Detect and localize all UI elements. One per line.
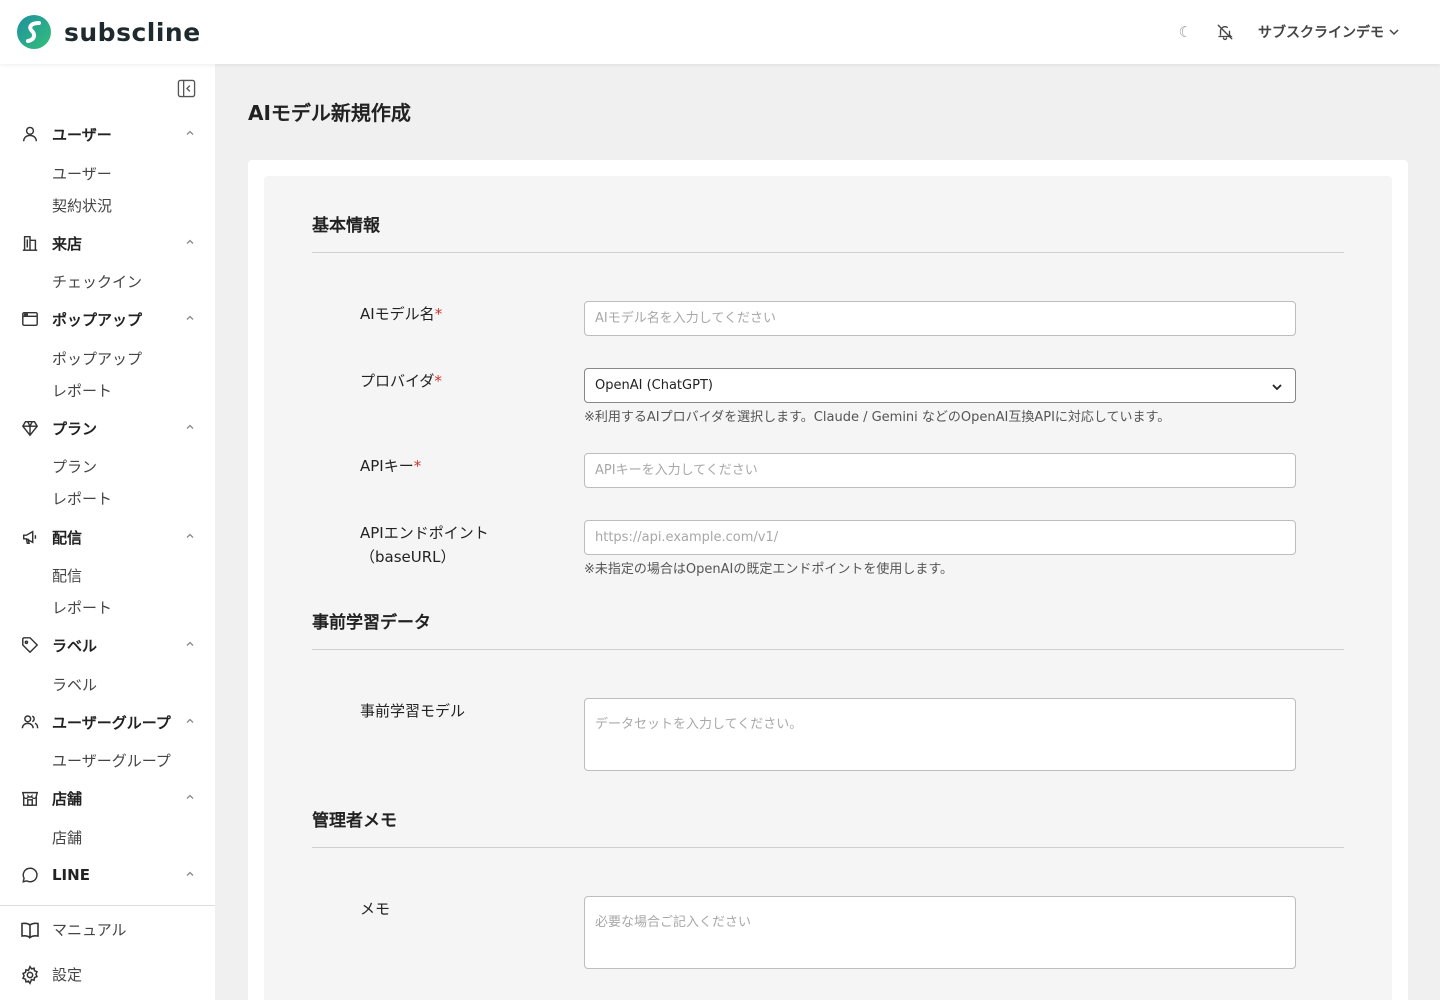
section-title-basic: 基本情報 bbox=[312, 216, 380, 236]
form-panel: 基本情報 AIモデル名* プロバイダ* OpenAI (ChatGPT) ※利用… bbox=[264, 176, 1392, 1000]
window-icon bbox=[20, 309, 40, 329]
provider-select[interactable]: OpenAI (ChatGPT) bbox=[584, 368, 1296, 403]
book-icon bbox=[21, 922, 39, 939]
chevron-up-icon[interactable] bbox=[185, 716, 195, 726]
pretrain-model-textarea[interactable] bbox=[584, 698, 1296, 771]
store-icon bbox=[20, 788, 40, 808]
sidebar-group-label: ユーザー bbox=[52, 125, 112, 144]
api-key-label: APIキー* bbox=[360, 457, 422, 475]
sidebar-item-plan-report[interactable]: レポート bbox=[52, 488, 112, 509]
chat-icon bbox=[20, 865, 40, 885]
sidebar-item-label: 設定 bbox=[52, 966, 83, 984]
chevron-up-icon[interactable] bbox=[185, 869, 195, 879]
sidebar-group-popup[interactable]: ポップアップ bbox=[20, 307, 195, 331]
sidebar-group-label: ラベル bbox=[52, 636, 98, 655]
endpoint-hint: ※未指定の場合はOpenAIの既定エンドポイントを使用します。 bbox=[584, 562, 954, 577]
sidebar-item-label: マニュアル bbox=[52, 921, 127, 939]
sidebar-group-delivery[interactable]: 配信 bbox=[20, 525, 195, 549]
megaphone-icon bbox=[20, 527, 40, 547]
memo-textarea[interactable] bbox=[584, 896, 1296, 969]
gear-icon bbox=[21, 964, 39, 985]
sidebar-group-label: 配信 bbox=[52, 528, 83, 547]
section-title-memo: 管理者メモ bbox=[312, 811, 397, 831]
logo-icon bbox=[17, 15, 51, 49]
theme-toggle-icon[interactable]: ☾ bbox=[1179, 23, 1192, 41]
model-name-label: AIモデル名* bbox=[360, 305, 443, 323]
sidebar-item-popup[interactable]: ポップアップ bbox=[52, 348, 142, 369]
sidebar-item-popup-report[interactable]: レポート bbox=[52, 380, 112, 401]
chevron-up-icon[interactable] bbox=[185, 313, 195, 323]
memo-label: メモ bbox=[360, 900, 391, 918]
sidebar-group-label: ユーザーグループ bbox=[52, 713, 171, 732]
sidebar-group-label: 来店 bbox=[52, 234, 83, 253]
sidebar: ユーザー ユーザー 契約状況 来店 チェックイン ポップアップ ポップアップ レ… bbox=[0, 64, 215, 1000]
sidebar-item-users[interactable]: ユーザー bbox=[52, 163, 112, 184]
user-menu-label: サブスクラインデモ bbox=[1258, 25, 1384, 41]
sidebar-divider bbox=[0, 905, 215, 906]
sidebar-group-label: 店舗 bbox=[52, 789, 83, 808]
endpoint-label: APIエンドポイント （baseURL） bbox=[360, 524, 489, 566]
sidebar-item-store[interactable]: 店舗 bbox=[52, 827, 82, 848]
sidebar-item-label[interactable]: ラベル bbox=[52, 674, 97, 695]
top-header: subscline ☾ サブスクラインデモ bbox=[0, 0, 1440, 64]
pretrain-model-label: 事前学習モデル bbox=[360, 702, 466, 720]
sidebar-item-manual[interactable]: マニュアル bbox=[20, 919, 127, 940]
provider-hint: ※利用するAIプロバイダを選択します。Claude / Gemini などのOp… bbox=[584, 410, 1171, 425]
sidebar-item-usergroup[interactable]: ユーザーグループ bbox=[52, 750, 171, 771]
building-icon bbox=[20, 233, 40, 253]
chevron-up-icon[interactable] bbox=[185, 237, 195, 247]
user-icon bbox=[20, 124, 40, 144]
chevron-up-icon[interactable] bbox=[185, 128, 195, 138]
section-title-pretrain: 事前学習データ bbox=[312, 613, 431, 633]
chevron-up-icon[interactable] bbox=[185, 422, 195, 432]
chevron-down-icon bbox=[1272, 384, 1282, 391]
api-key-input[interactable] bbox=[584, 453, 1296, 488]
sidebar-item-contracts[interactable]: 契約状況 bbox=[52, 195, 112, 216]
sidebar-group-label: LINE bbox=[52, 866, 90, 884]
section-divider bbox=[312, 252, 1344, 253]
sidebar-group-label: ポップアップ bbox=[52, 310, 143, 329]
form-card: 基本情報 AIモデル名* プロバイダ* OpenAI (ChatGPT) ※利用… bbox=[248, 160, 1408, 1000]
model-name-input[interactable] bbox=[584, 301, 1296, 336]
section-divider bbox=[312, 649, 1344, 650]
brand-logo[interactable]: subscline bbox=[16, 14, 201, 50]
sidebar-group-user[interactable]: ユーザー bbox=[20, 122, 195, 146]
section-divider bbox=[312, 847, 1344, 848]
sidebar-collapse-icon[interactable] bbox=[177, 79, 196, 98]
sidebar-item-delivery-report[interactable]: レポート bbox=[52, 597, 112, 618]
sidebar-item-delivery[interactable]: 配信 bbox=[52, 565, 82, 586]
user-menu[interactable]: サブスクラインデモ bbox=[1258, 22, 1400, 42]
sidebar-item-settings[interactable]: 設定 bbox=[20, 964, 82, 985]
chevron-up-icon[interactable] bbox=[185, 792, 195, 802]
sidebar-item-checkin[interactable]: チェックイン bbox=[52, 271, 142, 292]
tag-icon bbox=[20, 635, 40, 655]
sidebar-group-store[interactable]: 店舗 bbox=[20, 786, 195, 810]
sidebar-group-visit[interactable]: 来店 bbox=[20, 231, 195, 255]
sidebar-group-label: プラン bbox=[52, 419, 98, 438]
notification-off-icon[interactable] bbox=[1216, 23, 1234, 41]
sidebar-item-plan[interactable]: プラン bbox=[52, 456, 97, 477]
chevron-down-icon bbox=[1389, 29, 1399, 36]
brand-name: subscline bbox=[64, 17, 201, 47]
sidebar-group-label-group[interactable]: ラベル bbox=[20, 633, 195, 657]
endpoint-input[interactable] bbox=[584, 520, 1296, 555]
provider-label: プロバイダ* bbox=[360, 372, 442, 390]
page-title: AIモデル新規作成 bbox=[248, 101, 411, 125]
diamond-icon bbox=[20, 418, 40, 438]
sidebar-group-line[interactable]: LINE bbox=[20, 863, 195, 887]
sidebar-group-usergroup[interactable]: ユーザーグループ bbox=[20, 710, 195, 734]
sidebar-group-plan[interactable]: プラン bbox=[20, 416, 195, 440]
chevron-up-icon[interactable] bbox=[185, 531, 195, 541]
provider-select-value: OpenAI (ChatGPT) bbox=[595, 378, 713, 393]
required-mark: * bbox=[434, 372, 442, 390]
required-mark: * bbox=[413, 457, 422, 475]
users-icon bbox=[20, 712, 40, 732]
required-mark: * bbox=[434, 305, 443, 323]
chevron-up-icon[interactable] bbox=[185, 639, 195, 649]
